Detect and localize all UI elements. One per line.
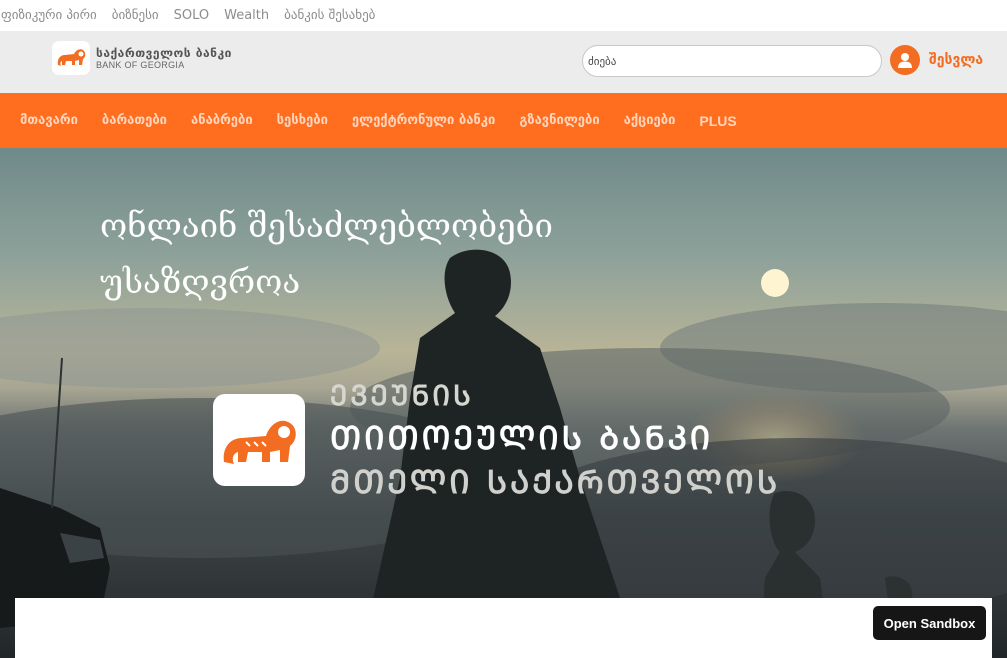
login-button[interactable]: შესვლა: [890, 45, 983, 75]
segment-bar: ფიზიკური პირი ბიზნესი SOLO Wealth ბანკის…: [0, 0, 1007, 31]
segment-link-solo[interactable]: SOLO: [174, 8, 210, 23]
nav-item-cards[interactable]: ბარათები: [102, 113, 167, 128]
lion-logo-icon: [52, 41, 90, 75]
content-panel: [15, 598, 992, 658]
hero-banner[interactable]: ონლაინ შესაძლებლობები უსაზღვროა ᲔᲕᲔᲣᲜᲘᲡ …: [0, 148, 1007, 658]
nav-item-internet-banking[interactable]: ელექტრონული ბანკი: [352, 113, 495, 128]
hero-title-line-1: ონლაინ შესაძლებლობები: [100, 206, 553, 245]
hero-title-line-2: უსაზღვროა: [100, 262, 301, 301]
nav-item-loans[interactable]: სესხები: [277, 113, 328, 128]
nav-item-transfers[interactable]: გზავნილები: [519, 113, 599, 128]
segment-link-wealth[interactable]: Wealth: [224, 8, 269, 23]
nav-item-home[interactable]: მთავარი: [20, 113, 78, 128]
campaign-line-2: ᲗᲘᲗᲝᲔᲣᲚᲘᲡ ᲑᲐᲜᲙᲘ: [330, 419, 714, 457]
open-sandbox-button[interactable]: Open Sandbox: [873, 606, 986, 640]
segment-link-about-bank[interactable]: ბანკის შესახებ: [284, 8, 375, 23]
campaign-line-3: ᲛᲗᲔᲚᲘ ᲡᲐᲥᲐᲠᲗᲕᲔᲚᲝᲡ: [330, 463, 781, 501]
bank-logo[interactable]: საქართველოს ბანკი BANK OF GEORGIA: [52, 41, 232, 75]
segment-link-business[interactable]: ბიზნესი: [112, 8, 159, 23]
bank-name-english: BANK OF GEORGIA: [96, 59, 185, 70]
bank-name-georgian: საქართველოს ბანკი: [96, 45, 232, 60]
main-nav: მთავარი ბარათები ანაბრები სესხები ელექტრ…: [0, 93, 1007, 148]
segment-link-individuals[interactable]: ფიზიკური პირი: [1, 8, 97, 23]
nav-item-deposits[interactable]: ანაბრები: [191, 113, 253, 128]
campaign-slogan: ᲔᲕᲔᲣᲜᲘᲡ ᲗᲘᲗᲝᲔᲣᲚᲘᲡ ᲑᲐᲜᲙᲘ ᲛᲗᲔᲚᲘ ᲡᲐᲥᲐᲠᲗᲕᲔᲚᲝ…: [330, 376, 780, 504]
nav-item-plus[interactable]: PLUS: [699, 113, 736, 129]
search-input[interactable]: [582, 45, 882, 77]
campaign-line-1: ᲔᲕᲔᲣᲜᲘᲡ: [330, 379, 474, 412]
login-label: შესვლა: [929, 52, 984, 68]
campaign-lion-logo-icon: [213, 394, 305, 486]
site-header: საქართველოს ბანკი BANK OF GEORGIA შესვლა: [0, 31, 1007, 93]
user-icon: [890, 45, 920, 75]
nav-item-promotions[interactable]: აქციები: [624, 113, 676, 128]
hero-title: ონლაინ შესაძლებლობები უსაზღვროა: [100, 198, 553, 310]
